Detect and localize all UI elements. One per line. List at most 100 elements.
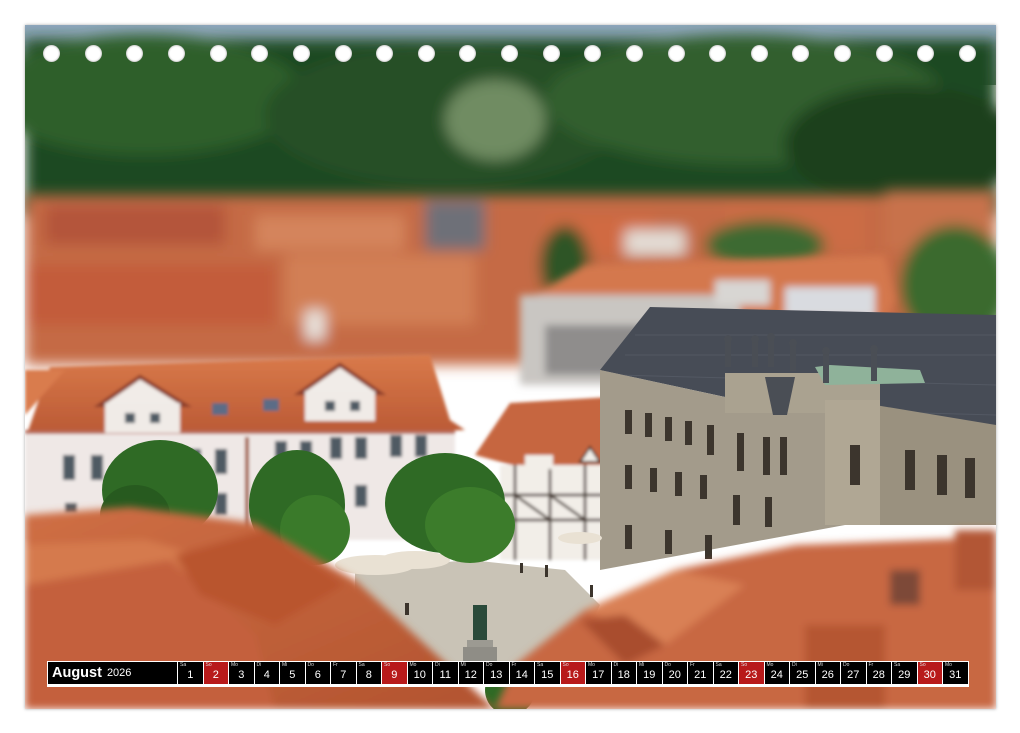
binding-hole [43, 45, 60, 62]
day-cell: Do 6 [305, 662, 330, 684]
day-cell: Fr 28 [866, 662, 891, 684]
weekday-label: So [741, 662, 748, 668]
day-cell: Mo 24 [764, 662, 789, 684]
day-cell: Fr 7 [331, 662, 356, 684]
day-number: 26 [821, 669, 834, 681]
binding-hole [376, 45, 393, 62]
day-number: 15 [541, 669, 554, 681]
binding-hole [543, 45, 560, 62]
day-number: 5 [289, 669, 296, 681]
day-number: 20 [668, 669, 681, 681]
weekday-label: Mo [588, 662, 595, 668]
day-number: 6 [314, 669, 321, 681]
day-number: 8 [365, 669, 372, 681]
weekday-label: Di [613, 662, 619, 668]
weekday-label: Do [307, 662, 314, 668]
binding-hole [959, 45, 976, 62]
day-cell: Mi 19 [637, 662, 662, 684]
weekday-label: Mo [409, 662, 417, 668]
calendar-page: August 2026 Sa 1 So 2 Mo 3 Di 4 Mi 5 Do 6 Fr 7 Sa 8 So 9 M… [25, 25, 996, 709]
day-number: 27 [847, 669, 860, 681]
weekday-label: Fr [511, 662, 517, 668]
binding-hole [335, 45, 352, 62]
binding-hole [293, 45, 310, 62]
day-cell: Di 25 [790, 662, 815, 684]
weekday-label: Do [664, 662, 671, 668]
day-cell: Sa 22 [713, 662, 738, 684]
weekday-label: Mi [817, 662, 823, 668]
day-cell: Fr 21 [688, 662, 713, 684]
binding-hole [751, 45, 768, 62]
weekday-label: So [384, 662, 391, 668]
binding-hole [709, 45, 726, 62]
binding-hole [501, 45, 518, 62]
day-number: 9 [391, 669, 398, 681]
day-cell: Di 4 [254, 662, 279, 684]
binding-hole [210, 45, 227, 62]
binding-hole [834, 45, 851, 62]
weekday-label: Sa [894, 662, 901, 668]
day-cell: Mo 10 [407, 662, 432, 684]
weekday-label: Fr [868, 662, 874, 668]
date-strip: August 2026 Sa 1 So 2 Mo 3 Di 4 Mi 5 Do 6 Fr 7 Sa 8 So 9 M… [47, 661, 969, 687]
day-cell: Mo 17 [586, 662, 611, 684]
binding-hole [792, 45, 809, 62]
month-label-cell: August 2026 [48, 662, 177, 684]
day-cell: So 16 [560, 662, 585, 684]
binding-hole [876, 45, 893, 62]
day-cell: So 23 [739, 662, 764, 684]
binding-hole [251, 45, 268, 62]
day-number: 16 [566, 669, 579, 681]
day-number: 1 [187, 669, 194, 681]
binding-hole [85, 45, 102, 62]
day-cell: So 9 [382, 662, 407, 684]
day-cell: Fr 14 [509, 662, 534, 684]
day-number: 11 [439, 669, 451, 681]
weekday-label: Mo [945, 662, 952, 668]
month-name: August [52, 665, 102, 681]
weekday-label: Di [435, 662, 440, 668]
day-number: 3 [238, 669, 245, 681]
weekday-label: Mo [766, 662, 774, 668]
day-number: 12 [464, 669, 477, 681]
day-number: 28 [872, 669, 885, 681]
day-number: 13 [490, 669, 503, 681]
day-number: 24 [770, 669, 783, 681]
day-cell: Mo 3 [229, 662, 254, 684]
day-number: 14 [515, 669, 528, 681]
weekday-label: Sa [537, 662, 544, 668]
day-cell: So 2 [203, 662, 228, 684]
day-number: 21 [694, 669, 707, 681]
day-cell: Sa 29 [892, 662, 917, 684]
day-number: 30 [923, 669, 936, 681]
weekday-label: Do [486, 662, 493, 668]
day-cell: Mi 26 [815, 662, 840, 684]
binding-hole [668, 45, 685, 62]
day-cell: Sa 15 [535, 662, 560, 684]
weekday-label: Sa [358, 662, 365, 668]
day-number: 22 [719, 669, 732, 681]
weekday-label: Sa [180, 662, 187, 668]
weekday-label: Do [843, 662, 850, 668]
day-number: 29 [898, 669, 911, 681]
binding-hole [418, 45, 435, 62]
day-cell: So 30 [917, 662, 942, 684]
day-number: 23 [745, 669, 758, 681]
day-cell: Sa 1 [178, 662, 203, 684]
day-number: 4 [263, 669, 270, 681]
year-label: 2026 [106, 667, 132, 679]
binding-hole [917, 45, 934, 62]
day-number: 19 [643, 669, 656, 681]
weekday-label: So [919, 662, 926, 668]
day-number: 25 [796, 669, 809, 681]
day-cell: Mi 5 [280, 662, 305, 684]
weekday-label: Mi [282, 662, 288, 668]
day-cell: Di 18 [611, 662, 636, 684]
weekday-label: Di [792, 662, 797, 668]
day-cell: Do 13 [484, 662, 509, 684]
weekday-label: So [562, 662, 569, 668]
day-cell: Sa 8 [356, 662, 381, 684]
day-number: 31 [949, 669, 962, 681]
binding-hole [459, 45, 476, 62]
day-number: 7 [340, 669, 347, 681]
